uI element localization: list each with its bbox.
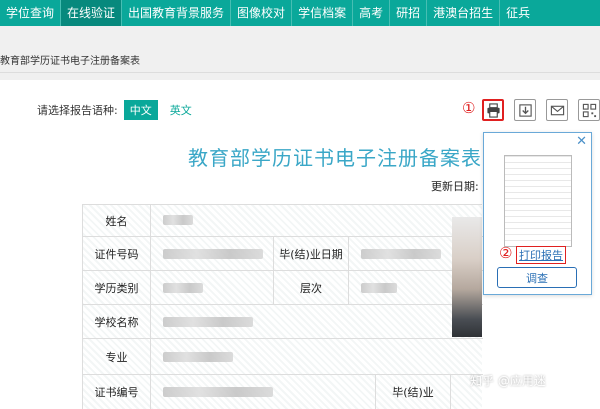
breadcrumb: 教育部学历证书电子注册备案表	[0, 56, 140, 67]
nav-item-conscription[interactable]: 征兵	[500, 0, 536, 26]
print-button[interactable]	[482, 99, 504, 121]
nav-item-online-verify[interactable]: 在线验证	[61, 0, 122, 26]
document-title: 教育部学历证书电子注册备案表	[188, 146, 482, 170]
nav-item-abroad-service[interactable]: 出国教育背景服务	[122, 0, 230, 26]
qrcode-button[interactable]	[578, 99, 600, 121]
redacted-value	[163, 249, 263, 259]
table-row: 学历类别 层次	[83, 271, 483, 305]
nav-item-image-check[interactable]: 图像校对	[231, 0, 291, 26]
label-school: 学校名称	[83, 305, 151, 338]
table-row: 证书编号 毕(结)业	[83, 375, 483, 409]
label-id-number: 证件号码	[83, 237, 151, 270]
redacted-value	[163, 387, 273, 397]
label-grad: 毕(结)业	[375, 375, 451, 409]
record-table: 姓名 证件号码 毕(结)业日期 学历类别 层次 学校名称 专业 证书编号 毕(结…	[82, 204, 483, 409]
print-icon	[486, 102, 500, 118]
language-selector: 请选择报告语种: 中文 英文	[37, 100, 198, 120]
redacted-value	[163, 283, 203, 293]
nav-item-hmt[interactable]: 港澳台招生	[427, 0, 499, 26]
nav-item-xuexin-archive[interactable]: 学信档案	[292, 0, 352, 26]
mail-icon	[550, 105, 564, 115]
survey-button[interactable]: 调查	[497, 267, 577, 288]
update-date-label: 更新日期:	[431, 180, 479, 193]
redacted-value	[163, 317, 253, 327]
table-row: 学校名称	[83, 305, 483, 339]
label-grad-date: 毕(结)业日期	[273, 237, 349, 270]
label-level: 层次	[273, 271, 349, 304]
label-major: 专业	[83, 339, 151, 374]
close-icon[interactable]: ✕	[576, 134, 587, 149]
watermark: 知乎 @应用迷	[470, 374, 546, 388]
language-label: 请选择报告语种:	[37, 104, 118, 117]
nav-item-degree-query[interactable]: 学位查询	[0, 0, 60, 26]
divider	[0, 72, 600, 73]
table-row: 证件号码 毕(结)业日期	[83, 237, 483, 271]
print-report-link[interactable]: 打印报告	[516, 246, 566, 264]
download-button[interactable]	[514, 99, 536, 121]
report-toolbar	[482, 99, 600, 121]
language-option-chinese[interactable]: 中文	[123, 100, 158, 120]
nav-item-yanzhao[interactable]: 研招	[390, 0, 426, 26]
top-navigation: 学位查询 在线验证 出国教育背景服务 图像校对 学信档案 高考 研招 港澳台招生…	[0, 0, 600, 26]
label-name: 姓名	[83, 205, 151, 236]
nav-item-gaokao[interactable]: 高考	[353, 0, 389, 26]
language-option-english[interactable]: 英文	[164, 100, 198, 120]
redacted-value	[361, 249, 441, 259]
step-marker-one: ①	[462, 99, 476, 117]
table-row: 姓名	[83, 205, 483, 237]
redacted-value	[361, 283, 397, 293]
step-marker-two: ②	[499, 244, 513, 262]
table-row: 专业	[83, 339, 483, 375]
student-photo	[452, 217, 482, 337]
label-edu-type: 学历类别	[83, 271, 151, 304]
download-icon	[518, 103, 532, 117]
label-cert-no: 证书编号	[83, 375, 151, 409]
email-button[interactable]	[546, 99, 568, 121]
qrcode-icon	[582, 103, 596, 117]
report-thumbnail	[504, 155, 572, 247]
redacted-value	[163, 215, 193, 225]
redacted-value	[163, 352, 233, 362]
